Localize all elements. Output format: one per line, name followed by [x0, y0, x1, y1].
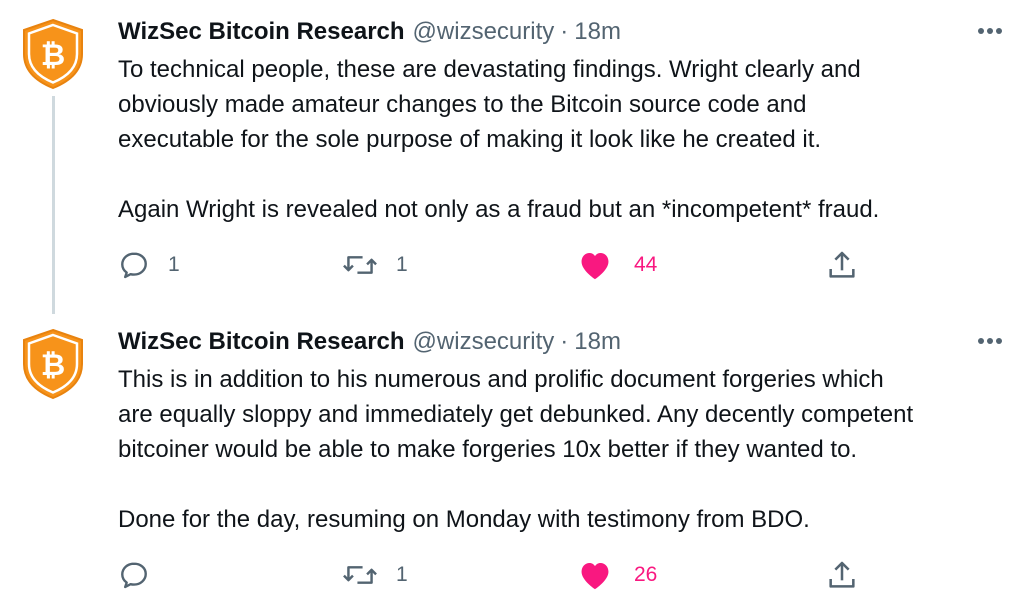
more-button[interactable]	[974, 325, 1006, 357]
like-button[interactable]: 26	[578, 555, 657, 595]
tweet-text: This is in addition to his numerous and …	[118, 366, 914, 533]
bitcoin-shield-icon: ₿	[23, 18, 83, 90]
reply-button[interactable]	[118, 555, 168, 595]
tweet-header: WizSec Bitcoin Research @wizsecurity · 1…	[118, 15, 1004, 49]
more-icon	[978, 338, 1002, 344]
handle[interactable]: @wizsecurity	[413, 328, 555, 356]
retweet-count: 1	[396, 563, 408, 586]
separator: ·	[560, 18, 569, 45]
display-name[interactable]: WizSec Bitcoin Research	[118, 328, 405, 356]
reply-icon	[121, 562, 147, 589]
tweet-actions: 1 26	[118, 555, 878, 595]
retweet-button[interactable]: 1	[342, 555, 408, 595]
timestamp[interactable]: 18m	[574, 18, 621, 46]
tweet-header: WizSec Bitcoin Research @wizsecurity · 1…	[118, 325, 1004, 359]
more-icon	[978, 28, 1002, 34]
avatar-symbol: ₿	[41, 38, 65, 73]
thread-line	[52, 96, 55, 314]
share-icon	[829, 561, 855, 588]
share-button[interactable]	[826, 555, 858, 595]
reply-count: 1	[168, 253, 180, 276]
reply-icon	[121, 252, 147, 279]
avatar[interactable]: ₿	[20, 18, 88, 90]
avatar-symbol: ₿	[41, 348, 65, 383]
like-count: 44	[634, 253, 658, 276]
bitcoin-shield-icon: ₿	[23, 328, 83, 400]
share-button[interactable]	[826, 245, 858, 285]
handle[interactable]: @wizsecurity	[413, 18, 555, 46]
display-name[interactable]: WizSec Bitcoin Research	[118, 18, 405, 46]
retweet-count: 1	[396, 253, 408, 276]
tweet-actions: 1 1 44	[118, 245, 878, 285]
heart-icon	[581, 252, 609, 280]
retweet-icon	[343, 256, 377, 274]
separator: ·	[560, 328, 569, 355]
heart-icon	[581, 562, 609, 590]
more-button[interactable]	[974, 15, 1006, 47]
reply-button[interactable]: 1	[118, 245, 180, 285]
tweet[interactable]: ₿ WizSec Bitcoin Research @wizsecurity ·…	[0, 310, 1024, 607]
tweet-text: To technical people, these are devastati…	[118, 56, 880, 223]
tweet[interactable]: ₿ WizSec Bitcoin Research @wizsecurity ·…	[0, 0, 1024, 314]
timestamp[interactable]: 18m	[574, 328, 621, 356]
share-icon	[829, 251, 855, 278]
like-count: 26	[634, 563, 658, 586]
retweet-button[interactable]: 1	[342, 245, 408, 285]
retweet-icon	[343, 566, 377, 584]
like-button[interactable]: 44	[578, 245, 657, 285]
avatar[interactable]: ₿	[20, 328, 88, 400]
